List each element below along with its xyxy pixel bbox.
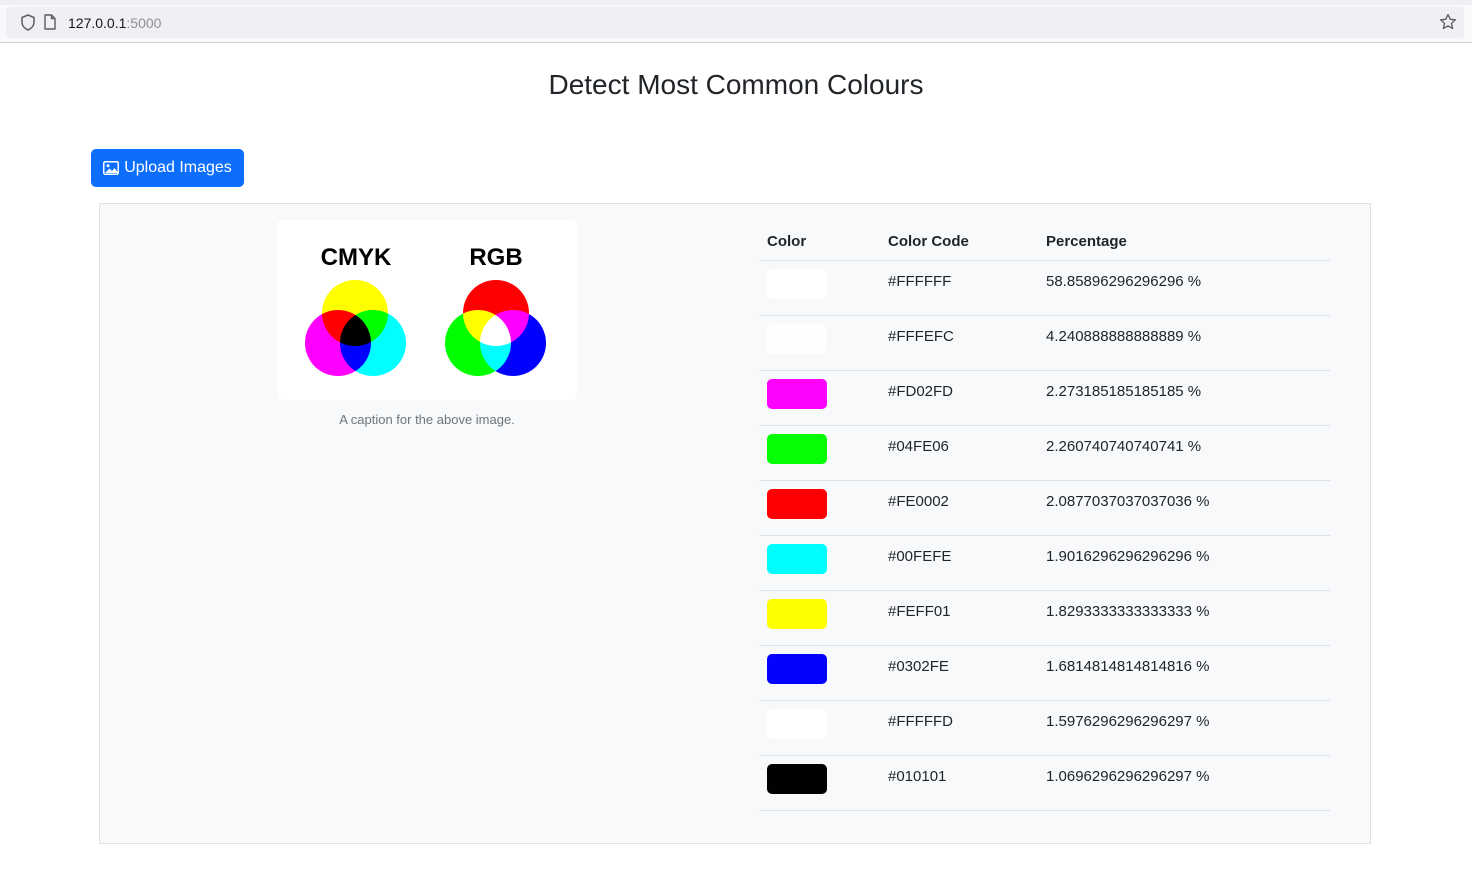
colors-table: Color Color Code Percentage #FFFFFF 58.85… xyxy=(759,222,1330,811)
upload-images-label: Upload Images xyxy=(124,159,232,176)
color-swatch xyxy=(767,434,827,464)
image-figure: CMYK RGB A caption for the above image. xyxy=(277,220,577,428)
color-code: #FFFEFC xyxy=(888,328,954,345)
color-code-cell: #FEFF01 xyxy=(880,590,1038,646)
table-row: #FE0002 2.0877037037037036 % xyxy=(759,480,1330,536)
color-code: #FD02FD xyxy=(888,383,954,400)
color-percentage: 2.260740740740741 % xyxy=(1046,438,1202,455)
color-code: #0302FE xyxy=(888,658,949,675)
percentage-cell: 2.273185185185185 % xyxy=(1038,370,1330,426)
percentage-cell: 4.240888888888889 % xyxy=(1038,315,1330,371)
cmyk-label: CMYK xyxy=(321,244,392,271)
color-cell xyxy=(759,645,880,701)
table-row: #04FE06 2.260740740740741 % xyxy=(759,425,1330,481)
percentage-cell: 1.8293333333333333 % xyxy=(1038,590,1330,646)
page-icon xyxy=(44,14,56,30)
color-code-cell: #FFFFFD xyxy=(880,700,1038,756)
color-percentage: 1.8293333333333333 % xyxy=(1046,603,1210,620)
color-swatch xyxy=(767,709,827,739)
percentage-cell: 1.9016296296296296 % xyxy=(1038,535,1330,591)
color-code: #FEFF01 xyxy=(888,603,951,620)
color-code: #FFFFFF xyxy=(888,273,952,290)
color-swatch xyxy=(767,544,827,574)
color-cell xyxy=(759,480,880,536)
color-code-cell: #00FEFE xyxy=(880,535,1038,591)
color-swatch xyxy=(767,489,827,519)
percentage-cell: 2.260740740740741 % xyxy=(1038,425,1330,481)
table-row: #00FEFE 1.9016296296296296 % xyxy=(759,535,1330,591)
tab-strip xyxy=(0,0,1472,5)
url-host: 127.0.0.1 xyxy=(68,15,127,31)
table-header-row: Color Color Code Percentage xyxy=(759,222,1330,261)
color-code-cell: #010101 xyxy=(880,755,1038,811)
upload-images-button[interactable]: Upload Images xyxy=(91,149,244,187)
header-color-code: Color Code xyxy=(880,222,1038,261)
bookmark-star-icon[interactable] xyxy=(1439,13,1457,31)
table-row: #0302FE 1.6814814814814816 % xyxy=(759,645,1330,701)
table-row: #FFFFFD 1.5976296296296297 % xyxy=(759,700,1330,756)
color-percentage: 2.0877037037037036 % xyxy=(1046,493,1210,510)
table-row: #FFFFFF 58.85896296296296 % xyxy=(759,260,1330,316)
percentage-cell: 1.0696296296296297 % xyxy=(1038,755,1330,811)
color-code: #FFFFFD xyxy=(888,713,953,730)
color-percentage: 1.5976296296296297 % xyxy=(1046,713,1210,730)
percentage-cell: 2.0877037037037036 % xyxy=(1038,480,1330,536)
image-icon xyxy=(103,161,120,175)
percentage-cell: 58.85896296296296 % xyxy=(1038,260,1330,316)
uploaded-image: CMYK RGB xyxy=(277,220,577,400)
shield-icon[interactable] xyxy=(20,14,36,31)
color-code: #04FE06 xyxy=(888,438,949,455)
browser-toolbar: 127.0.0.1:5000 xyxy=(0,0,1472,43)
percentage-cell: 1.5976296296296297 % xyxy=(1038,700,1330,756)
color-cell xyxy=(759,535,880,591)
color-code-cell: #FE0002 xyxy=(880,480,1038,536)
color-swatch xyxy=(767,324,827,354)
color-cell xyxy=(759,315,880,371)
color-swatch xyxy=(767,599,827,629)
color-percentage: 4.240888888888889 % xyxy=(1046,328,1202,345)
table-row: #FD02FD 2.273185185185185 % xyxy=(759,370,1330,426)
color-code: #FE0002 xyxy=(888,493,949,510)
rgb-label: RGB xyxy=(469,244,522,271)
table-row: #FEFF01 1.8293333333333333 % xyxy=(759,590,1330,646)
page-title: Detect Most Common Colours xyxy=(548,69,924,100)
color-cell xyxy=(759,425,880,481)
color-percentage: 1.6814814814814816 % xyxy=(1046,658,1210,675)
color-percentage: 58.85896296296296 % xyxy=(1046,273,1202,290)
results-panel: CMYK RGB A caption for the above image. … xyxy=(99,203,1371,844)
header-color: Color xyxy=(759,222,880,261)
color-code: #010101 xyxy=(888,768,947,785)
address-bar[interactable]: 127.0.0.1:5000 xyxy=(6,7,1464,38)
color-code-cell: #FFFFFF xyxy=(880,260,1038,316)
percentage-cell: 1.6814814814814816 % xyxy=(1038,645,1330,701)
table-row: #FFFEFC 4.240888888888889 % xyxy=(759,315,1330,371)
rgb-circles xyxy=(445,280,546,376)
table-row: #010101 1.0696296296296297 % xyxy=(759,755,1330,811)
color-percentage: 2.273185185185185 % xyxy=(1046,383,1202,400)
image-caption: A caption for the above image. xyxy=(339,412,515,427)
color-swatch xyxy=(767,654,827,684)
url-port: :5000 xyxy=(126,15,162,31)
color-swatch xyxy=(767,764,827,794)
color-code-cell: #0302FE xyxy=(880,645,1038,701)
url-text[interactable]: 127.0.0.1:5000 xyxy=(68,15,161,31)
color-cell xyxy=(759,260,880,316)
color-percentage: 1.9016296296296296 % xyxy=(1046,548,1210,565)
header-percentage: Percentage xyxy=(1038,222,1330,261)
color-code-cell: #04FE06 xyxy=(880,425,1038,481)
color-swatch xyxy=(767,379,827,409)
color-cell xyxy=(759,370,880,426)
color-cell xyxy=(759,590,880,646)
color-code-cell: #FD02FD xyxy=(880,370,1038,426)
color-cell xyxy=(759,755,880,811)
color-code: #00FEFE xyxy=(888,548,952,565)
color-cell xyxy=(759,700,880,756)
color-percentage: 1.0696296296296297 % xyxy=(1046,768,1210,785)
color-swatch xyxy=(767,269,827,299)
color-code-cell: #FFFEFC xyxy=(880,315,1038,371)
